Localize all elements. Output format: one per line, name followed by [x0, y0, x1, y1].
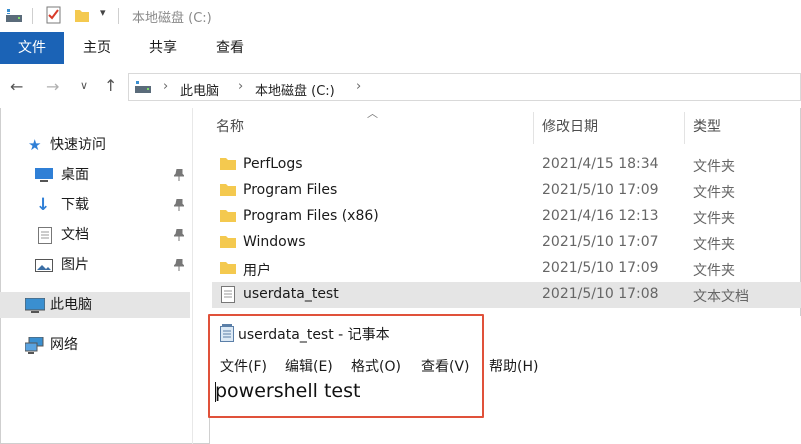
- title-separator: [32, 8, 33, 24]
- forward-arrow-icon[interactable]: →: [46, 77, 59, 96]
- sidebar-label: 网络: [50, 337, 78, 353]
- sidebar-label: 桌面: [61, 167, 89, 183]
- star-icon: ★: [28, 136, 42, 154]
- tab-home[interactable]: 主页: [72, 32, 122, 64]
- file-name: Program Files: [243, 182, 338, 198]
- picture-icon: [35, 259, 53, 272]
- column-header-type[interactable]: 类型: [693, 112, 793, 142]
- navigation-pane: ★ 快速访问 桌面 ↓ 下载 文档 图片 此电脑 网络: [0, 108, 192, 444]
- sidebar-label: 文档: [61, 227, 89, 243]
- tab-share[interactable]: 共享: [138, 32, 188, 64]
- file-row[interactable]: Program Files (x86) 2021/4/16 12:13 文件夹: [212, 204, 801, 230]
- up-arrow-icon[interactable]: ↑: [104, 76, 117, 95]
- file-name: Program Files (x86): [243, 208, 379, 224]
- sidebar-label: 此电脑: [50, 297, 92, 313]
- pin-icon[interactable]: [174, 229, 184, 241]
- sidebar-label: 下载: [61, 197, 89, 213]
- file-row[interactable]: Program Files 2021/5/10 17:09 文件夹: [212, 178, 801, 204]
- file-date: 2021/5/10 17:09: [542, 260, 659, 276]
- sidebar-item-quick-access[interactable]: ★ 快速访问: [0, 132, 190, 158]
- tab-view[interactable]: 查看: [205, 32, 255, 64]
- folder-icon: [220, 158, 236, 170]
- pin-icon[interactable]: [174, 199, 184, 211]
- breadcrumb-chevron-icon[interactable]: ›: [163, 79, 168, 94]
- title-bar: ▾ 本地磁盘 (C:): [0, 0, 801, 32]
- file-date: 2021/5/10 17:08: [542, 286, 659, 302]
- file-type: 文件夹: [693, 263, 735, 279]
- network-icon: [25, 337, 44, 354]
- breadcrumb-chevron-icon[interactable]: ›: [238, 79, 243, 94]
- file-date: 2021/5/10 17:09: [542, 182, 659, 198]
- column-header-name[interactable]: 名称: [216, 112, 531, 142]
- file-row[interactable]: PerfLogs 2021/4/15 18:34 文件夹: [212, 152, 801, 178]
- recent-locations-icon[interactable]: ∨: [80, 79, 88, 92]
- file-row[interactable]: Windows 2021/5/10 17:07 文件夹: [212, 230, 801, 256]
- breadcrumb-chevron-icon[interactable]: ›: [356, 79, 361, 94]
- folder-icon: [220, 210, 236, 222]
- file-type: 文件夹: [693, 159, 735, 175]
- address-bar[interactable]: › 此电脑 › 本地磁盘 (C:) ›: [128, 73, 801, 101]
- text-file-icon: [221, 286, 235, 303]
- file-name: 用户: [243, 263, 271, 279]
- breadcrumb-local-disk[interactable]: 本地磁盘 (C:): [255, 80, 335, 99]
- drive-icon: [135, 81, 151, 93]
- computer-icon: [25, 298, 45, 313]
- desktop-icon: [35, 168, 53, 182]
- file-row-selected[interactable]: userdata_test 2021/5/10 17:08 文本文档: [212, 282, 801, 308]
- ribbon: 文件 主页 共享 查看: [0, 32, 801, 65]
- column-separator[interactable]: [533, 112, 534, 144]
- file-name: Windows: [243, 234, 306, 250]
- file-row[interactable]: 用户 2021/5/10 17:09 文件夹: [212, 256, 801, 282]
- new-folder-icon[interactable]: [74, 7, 90, 23]
- sidebar-item-documents[interactable]: 文档: [0, 222, 190, 248]
- file-type: 文件夹: [693, 211, 735, 227]
- sidebar-item-pictures[interactable]: 图片: [0, 252, 190, 278]
- file-type: 文件夹: [693, 237, 735, 253]
- pin-icon[interactable]: [174, 169, 184, 181]
- sidebar-item-network[interactable]: 网络: [0, 332, 190, 358]
- sidebar-item-this-pc[interactable]: 此电脑: [0, 292, 190, 318]
- document-icon: [38, 227, 52, 244]
- sidebar-item-desktop[interactable]: 桌面: [0, 162, 190, 188]
- file-date: 2021/4/16 12:13: [542, 208, 659, 224]
- back-arrow-icon[interactable]: ←: [10, 77, 23, 96]
- file-type: 文件夹: [693, 185, 735, 201]
- file-name: PerfLogs: [243, 156, 303, 172]
- file-date: 2021/5/10 17:07: [542, 234, 659, 250]
- folder-icon: [220, 262, 236, 274]
- file-name: userdata_test: [243, 286, 339, 302]
- pin-icon[interactable]: [174, 259, 184, 271]
- customize-quick-access-icon[interactable]: ▾: [100, 6, 106, 19]
- download-icon: ↓: [36, 195, 51, 215]
- file-date: 2021/4/15 18:34: [542, 156, 659, 172]
- sidebar-label: 快速访问: [50, 137, 106, 153]
- pane-divider[interactable]: [192, 108, 193, 444]
- folder-icon: [220, 184, 236, 196]
- folder-icon: [220, 236, 236, 248]
- title-separator: [118, 8, 119, 24]
- properties-icon[interactable]: [46, 6, 62, 24]
- column-header-date[interactable]: 修改日期: [542, 112, 682, 142]
- file-type: 文本文档: [693, 289, 749, 305]
- sidebar-label: 图片: [61, 257, 89, 273]
- menu-help[interactable]: 帮助(H): [489, 356, 538, 376]
- highlight-box: [208, 314, 484, 418]
- sidebar-item-downloads[interactable]: ↓ 下载: [0, 192, 190, 218]
- breadcrumb-this-pc[interactable]: 此电脑: [180, 80, 219, 99]
- window-title: 本地磁盘 (C:): [132, 11, 212, 26]
- column-separator[interactable]: [684, 112, 685, 144]
- drive-icon: [6, 9, 22, 22]
- tab-file[interactable]: 文件: [0, 32, 64, 64]
